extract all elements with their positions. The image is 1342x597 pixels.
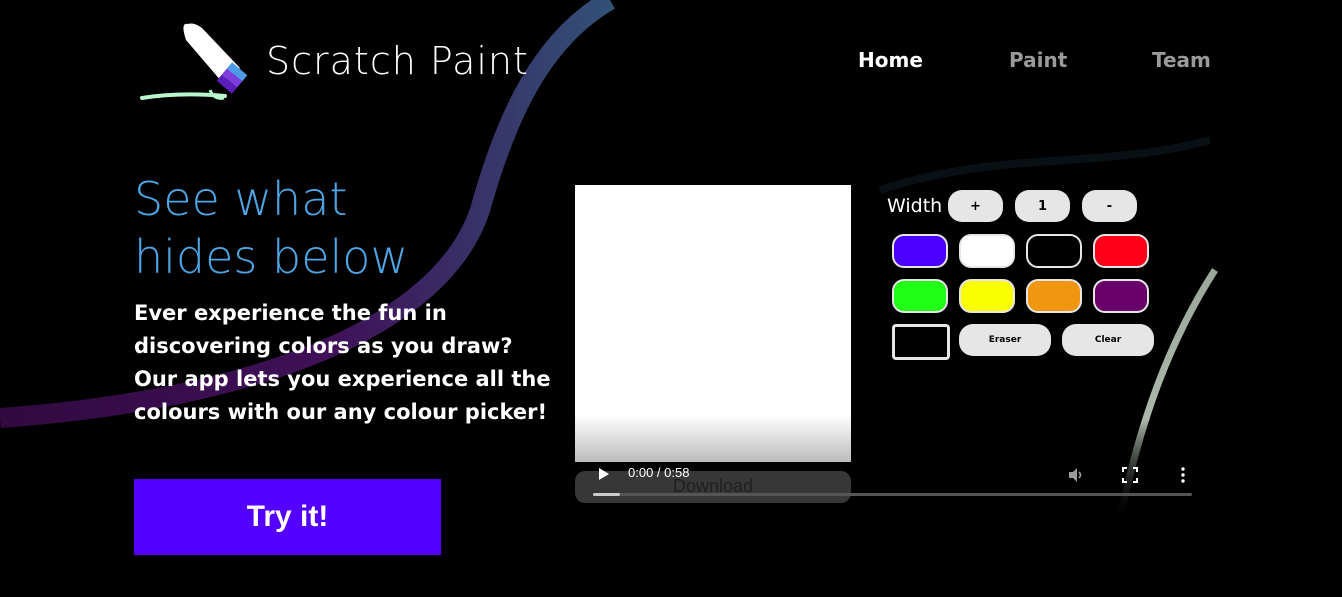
clear-button[interactable]: Clear: [1062, 324, 1154, 356]
eraser-button[interactable]: Eraser: [959, 324, 1051, 356]
width-plus-button[interactable]: +: [948, 190, 1003, 222]
hero-description: Ever experience the fun in discovering c…: [134, 301, 551, 424]
hero-headline: See what hides below: [134, 170, 554, 286]
swatch-black-square[interactable]: [892, 324, 950, 360]
video-time: 0:00 / 0:58: [628, 465, 690, 480]
nav-home[interactable]: Home: [858, 48, 923, 72]
demo-video[interactable]: Download Width + 1 - Eraser Clear 0:00 /…: [575, 185, 1209, 515]
swatch-purple[interactable]: [1093, 279, 1149, 313]
nav-team[interactable]: Team: [1152, 48, 1211, 72]
width-label: Width: [887, 195, 943, 217]
swatch-yellow[interactable]: [959, 279, 1015, 313]
width-value-display: 1: [1015, 190, 1070, 222]
video-progress-bar[interactable]: [593, 493, 1192, 496]
landing-page: Scratch Paint Home Paint Team See what h…: [0, 0, 1342, 597]
swatch-green[interactable]: [892, 279, 948, 313]
volume-icon[interactable]: [1067, 466, 1085, 484]
video-progress-fill: [593, 493, 620, 496]
brand-name: Scratch Paint: [266, 39, 529, 83]
swatch-blue[interactable]: [892, 234, 948, 268]
video-controls: 0:00 / 0:58: [575, 453, 1209, 503]
width-minus-button[interactable]: -: [1082, 190, 1137, 222]
more-options-icon[interactable]: [1174, 466, 1192, 484]
headline-line-2: hides below: [134, 230, 409, 284]
swatch-orange[interactable]: [1026, 279, 1082, 313]
fullscreen-icon[interactable]: [1121, 466, 1139, 484]
swatch-red[interactable]: [1093, 234, 1149, 268]
nav-paint[interactable]: Paint: [1009, 48, 1067, 72]
swatch-white[interactable]: [959, 234, 1015, 268]
brush-logo-icon[interactable]: [140, 20, 260, 102]
try-it-button[interactable]: Try it!: [134, 479, 441, 555]
swatch-black[interactable]: [1026, 234, 1082, 268]
headline-line-1: See what: [134, 172, 348, 226]
play-icon[interactable]: [597, 467, 611, 481]
